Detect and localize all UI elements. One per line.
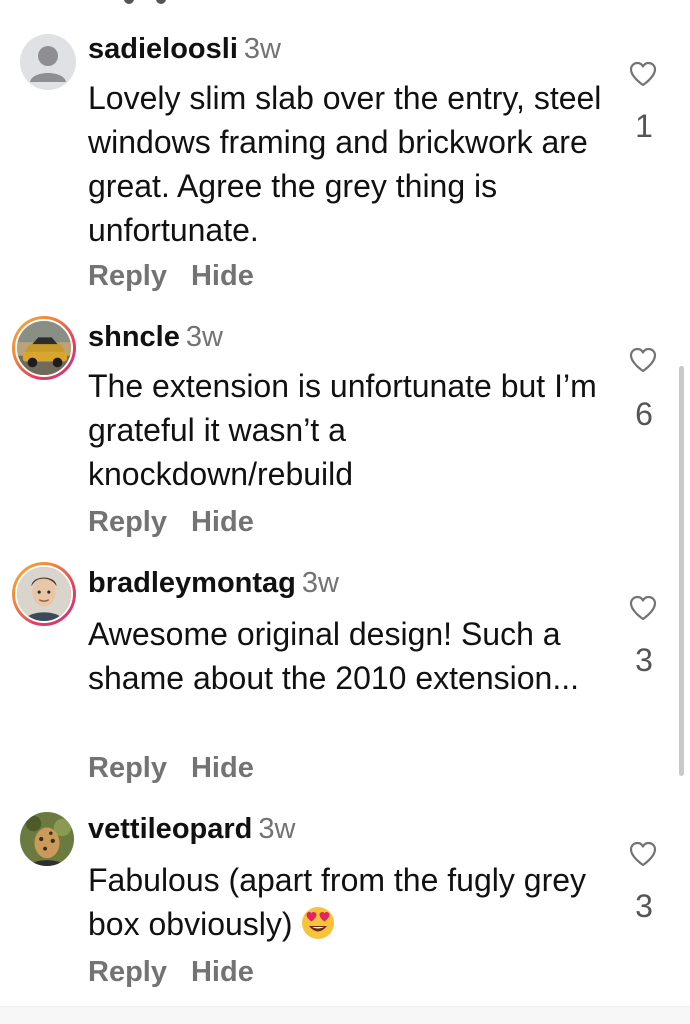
comment-username[interactable]: vettileopard <box>88 813 252 845</box>
comment-text-content: Fabulous (apart from the fugly grey box … <box>88 862 587 942</box>
hide-button[interactable]: Hide <box>191 260 254 292</box>
comment-username[interactable]: bradleymontag <box>88 567 296 599</box>
comment-actions: Reply Hide <box>88 752 278 785</box>
hide-button[interactable]: Hide <box>191 956 254 988</box>
comment-username[interactable]: shncle <box>88 321 180 353</box>
like-count: 3 <box>635 888 653 924</box>
comment-text: Fabulous (apart from the fugly grey box … <box>88 858 608 946</box>
avatar-story-ring[interactable] <box>12 562 76 626</box>
hide-button[interactable]: Hide <box>191 506 254 538</box>
comment-timestamp: 3w <box>258 813 296 845</box>
comment-username[interactable]: sadieloosli <box>88 33 238 65</box>
avatar[interactable] <box>20 812 74 866</box>
avatar-story-ring[interactable] <box>12 316 76 380</box>
comment-actions: Reply Hide <box>88 506 278 539</box>
heart-outline-icon[interactable] <box>628 60 658 88</box>
reply-button[interactable]: Reply <box>88 752 167 784</box>
person-avatar-image <box>17 567 71 621</box>
comment-timestamp: 3w <box>185 321 223 353</box>
car-avatar-image <box>17 321 71 375</box>
comment-timestamp: 3w <box>243 33 281 65</box>
reply-button[interactable]: Reply <box>88 260 167 292</box>
comment-timestamp: 3w <box>301 567 339 599</box>
avatar-default[interactable] <box>20 34 76 90</box>
heart-eyes-emoji-icon <box>301 907 334 939</box>
like-count: 6 <box>635 396 653 432</box>
heart-outline-icon[interactable] <box>628 346 658 374</box>
leopard-avatar-image <box>20 812 74 866</box>
bottom-divider <box>0 1006 690 1024</box>
comment-text: The extension is unfortunate but I’m gra… <box>88 368 597 492</box>
reply-button[interactable]: Reply <box>88 506 167 538</box>
scrollbar[interactable] <box>679 366 684 776</box>
heart-outline-icon[interactable] <box>628 594 658 622</box>
comment-text: Lovely slim slab over the entry, steel w… <box>88 80 602 248</box>
comment-actions: Reply Hide <box>88 260 278 293</box>
hide-button[interactable]: Hide <box>191 752 254 784</box>
reply-button[interactable]: Reply <box>88 956 167 988</box>
comment-text: Awesome original design! Such a shame ab… <box>88 616 580 696</box>
like-count: 3 <box>635 642 653 678</box>
default-user-icon <box>20 34 76 90</box>
comments-screen: sadieloosli 3w Lovely slim slab over the … <box>0 0 690 1024</box>
comment-actions: Reply Hide <box>88 956 278 989</box>
heart-outline-icon[interactable] <box>628 840 658 868</box>
previous-comment-cutoff <box>88 0 208 6</box>
like-count: 1 <box>635 108 653 144</box>
